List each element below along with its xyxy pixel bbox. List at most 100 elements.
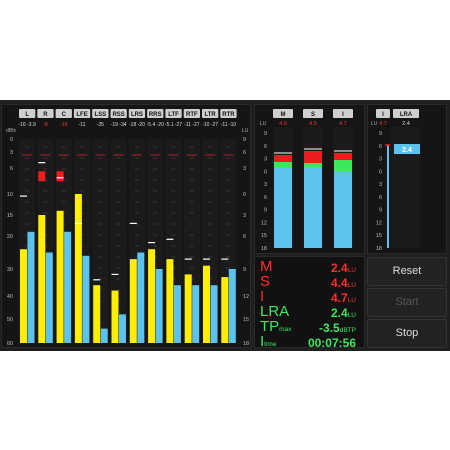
lra-scale-tick: 3 [379,182,382,188]
channel-bar-level [210,285,218,343]
channel-bars: dBfs LU036101520304050609630369121518L-16… [6,109,249,347]
left-scale-tick: 10 [7,192,13,198]
channel-readout: -16 -3.9 [19,122,36,128]
channel-bar-level [155,269,163,343]
left-scale-tick: 6 [10,166,13,172]
left-scale-tick: 60 [7,341,13,347]
channel-bar-level [45,252,53,343]
loudness-bar-green [274,162,292,168]
channel-bar-level [228,269,236,343]
channel-bar-level [100,328,108,343]
channel-readout: -10 [60,122,67,128]
channel-readout: -11 [79,122,86,128]
lra-scale-tick: 18 [376,246,382,252]
channel-label: LTF [168,112,179,118]
lra-label: LRA [400,112,413,118]
right-scale-tick: 12 [243,294,249,300]
left-scale-tick: 20 [7,234,13,240]
channel-meter-lrs: LRS -18 -20 [128,109,146,343]
channel-label: RTF [186,112,198,118]
stat-value-0: 2.4LU [331,261,356,275]
loud-scale-tick: 12 [261,220,267,226]
channel-readout: -5.4 -20 [147,122,164,128]
channel-bar-true-peak [56,210,64,343]
loud-scale-tick: 6 [264,144,267,150]
loud-scale-tick: 3 [264,157,267,163]
channel-bar-true-peak [111,290,119,343]
loudness-bar-red [274,155,292,162]
lra-scale-tick: 6 [379,195,382,201]
loud-scale-tick: 9 [264,208,267,214]
loud-scale-tick: 18 [261,246,267,252]
channel-readout: -11 -10 [221,122,237,128]
stat-label-sub: max [279,326,292,333]
lra-i-bar [387,145,389,248]
lra-panel: I 4.7 LRA 2.4 LU 9 6 3 0 3 6 9 12 15 18 2.4 [367,104,447,254]
right-scale-tick: 15 [243,317,249,323]
channel-bar-true-peak [93,285,101,343]
channel-meter-rtf: RTF -11 -27 [183,109,200,343]
lra-readout: 2.4 [402,121,410,127]
channel-bar-true-peak [221,277,229,343]
loudness-bar-red [304,151,322,163]
loudness-meter-s: S 4.5 [303,109,323,248]
stat-label-sub: time [264,341,277,348]
loud-scale-tick: 3 [264,182,267,188]
loudness-bar-level [334,171,352,248]
left-scale-tick: 0 [10,137,13,143]
channel-peak-over [38,171,46,182]
channel-bar-level [192,285,200,343]
right-scale-tick: 6 [243,234,246,240]
right-scale-tick: 0 [243,192,246,198]
channel-label: RTR [222,112,235,118]
stat-value-text: 4.4 [331,276,348,290]
left-scale-tick: 40 [7,294,13,300]
stop-button[interactable]: Stop [367,319,447,348]
right-scale-tick: 18 [243,341,249,347]
loudness-readout: 4.5 [309,121,317,127]
right-scale-tick: 9 [243,267,246,273]
channel-bar-level [64,231,72,343]
left-scale-tick: 15 [7,213,13,219]
channel-meter-lss: LSS -35 [92,109,109,343]
channel-readout: -35 [97,122,104,128]
channel-readout: -8 [43,122,48,128]
channel-label: LFE [76,112,87,118]
right-scale-tick: 3 [243,166,246,172]
left-scale-unit: dBfs [6,128,17,134]
channel-meter-rtr: RTR -11 -10 [220,109,237,343]
right-scale-tick: 6 [243,150,246,156]
channel-meter-ltr: LTR -10 -27 [202,109,219,343]
loudness-bar-red [334,153,352,160]
lra-scale-tick: 12 [376,220,382,226]
channel-bar-true-peak [148,249,156,343]
channel-meter-panel: dBfs LU 0 3 6 10 15 20 30 40 50 60 9 6 3 0 3 6 9 12 15 18 L -16… [1,104,251,348]
channel-meter-l: L -16 -3.9 [19,109,36,343]
stat-value-text: 00:07:56 [307,336,356,350]
left-scale-tick: 30 [7,267,13,273]
loudness-readout: 4.7 [339,121,347,127]
lra-range-value: 2.4 [402,147,412,154]
channel-label: LTR [205,112,217,118]
channel-meter-ltf: LTF -5.1 -27 [165,109,182,343]
stat-value-text: 2.4 [331,261,348,275]
channel-bar-true-peak [38,215,46,343]
left-scale-tick: 50 [7,317,13,323]
stat-unit: dBTP [339,327,356,334]
stat-unit: LU [347,312,356,319]
channel-meter-rrs: RRS -5.4 -20 [147,109,164,343]
reset-button[interactable]: Reset [367,257,447,286]
channel-peak-over [56,171,64,182]
loudness-bars: LU 9 6 3 0 3 6 9 12 15 18 M 4.0 S 4.5 I4.7 [260,109,353,252]
stat-value-text: 2.4 [331,306,348,320]
channel-bar-true-peak [203,265,210,343]
stat-value-1: 4.4LU [331,276,356,290]
start-button[interactable]: Start [367,288,447,317]
stat-value-5: 00:07:56 [308,336,356,350]
lra-scale-tick: 15 [376,233,382,239]
channel-label: RRS [149,112,162,118]
channel-meter-lfe: LFE -11 [73,109,91,343]
lra-scale-tick: 9 [379,208,382,214]
lra-scale-tick: 6 [379,144,382,150]
loudness-meter-m: M 4.0 [273,109,293,248]
